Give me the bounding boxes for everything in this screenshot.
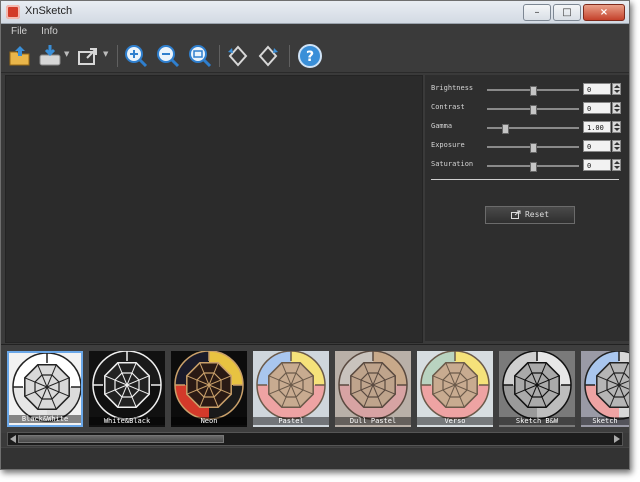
- scrollbar-thumb[interactable]: [18, 435, 224, 443]
- rotate-right-icon[interactable]: [255, 43, 281, 69]
- preset-label: Pastel: [253, 417, 329, 425]
- slider-thumb[interactable]: [530, 162, 537, 172]
- preset-label: Sketch: [581, 417, 629, 425]
- adjustment-slider[interactable]: [487, 143, 579, 153]
- window-controls: – □ ×: [523, 4, 625, 21]
- adjustment-saturation: Saturation 0: [431, 159, 623, 173]
- preset-thumb[interactable]: Verso: [417, 351, 493, 427]
- preset-label: Black&White: [9, 415, 81, 423]
- minimize-button[interactable]: –: [523, 4, 551, 21]
- adjustment-gamma: Gamma 1.00: [431, 121, 623, 135]
- adjustment-value-field[interactable]: 0: [583, 159, 611, 171]
- adjustment-label: Contrast: [431, 103, 465, 111]
- rotate-left-icon[interactable]: [225, 43, 251, 69]
- menu-file[interactable]: File: [11, 24, 27, 40]
- adjustment-brightness: Brightness 0: [431, 83, 623, 97]
- app-window: XnSketch – □ × File Info ▼ ▼ ? Brightnes…: [0, 0, 630, 470]
- preset-preview-icon: [89, 351, 165, 427]
- adjustment-value-field[interactable]: 1.00: [583, 121, 611, 133]
- adjustments-panel: Brightness 0 Contrast 0 Gamma 1.00 Expos…: [425, 75, 629, 341]
- preset-thumb[interactable]: Neon: [171, 351, 247, 427]
- open-folder-icon[interactable]: [7, 43, 33, 69]
- export-icon[interactable]: [75, 43, 101, 69]
- spin-arrows-icon[interactable]: [612, 83, 621, 95]
- spin-arrows-icon[interactable]: [612, 140, 621, 152]
- adjustment-value-field[interactable]: 0: [583, 102, 611, 114]
- export-dropdown-caret-icon[interactable]: ▼: [103, 50, 108, 58]
- preset-thumb[interactable]: White&Black: [89, 351, 165, 427]
- adjustment-slider[interactable]: [487, 105, 579, 115]
- reset-icon: [510, 210, 521, 219]
- maximize-button[interactable]: □: [553, 4, 581, 21]
- preset-label: Verso: [417, 417, 493, 425]
- app-logo-icon: [6, 5, 20, 19]
- window-title: XnSketch: [25, 5, 73, 17]
- slider-thumb[interactable]: [530, 105, 537, 115]
- slider-thumb[interactable]: [530, 143, 537, 153]
- slider-thumb[interactable]: [530, 86, 537, 96]
- scroll-right-icon[interactable]: [614, 435, 620, 443]
- preset-label: White&Black: [89, 417, 165, 425]
- adjustment-contrast: Contrast 0: [431, 102, 623, 116]
- menu-info[interactable]: Info: [41, 24, 58, 40]
- preset-thumb[interactable]: Black&White: [7, 351, 83, 427]
- panel-divider: [431, 179, 619, 180]
- svg-text:?: ?: [306, 49, 314, 65]
- image-canvas[interactable]: [5, 75, 423, 343]
- preset-thumb[interactable]: Dull Pastel: [335, 351, 411, 427]
- preset-strip: Black&White White&Black Neon Pastel Dull…: [1, 344, 629, 433]
- toolbar-separator: [219, 45, 220, 67]
- adjustment-label: Gamma: [431, 122, 453, 130]
- reset-button[interactable]: Reset: [485, 206, 575, 224]
- adjustment-exposure: Exposure 0: [431, 140, 623, 154]
- toolbar-separator: [117, 45, 118, 67]
- slider-thumb[interactable]: [502, 124, 510, 134]
- adjustment-slider[interactable]: [487, 162, 579, 172]
- adjustment-label: Brightness: [431, 84, 474, 92]
- toolbar-separator: [289, 45, 290, 67]
- preset-label: Dull Pastel: [335, 417, 411, 425]
- zoom-fit-icon[interactable]: [187, 43, 213, 69]
- preset-preview-icon: [417, 351, 493, 427]
- reset-label: Reset: [524, 210, 550, 219]
- scroll-left-icon[interactable]: [10, 435, 16, 443]
- save-icon[interactable]: [37, 43, 63, 69]
- adjustment-label: Exposure: [431, 141, 465, 149]
- preset-preview-icon: [499, 351, 575, 427]
- horizontal-scrollbar[interactable]: [7, 432, 623, 446]
- adjustment-slider[interactable]: [487, 86, 579, 96]
- help-icon[interactable]: ?: [297, 43, 323, 69]
- preset-preview-icon: [253, 351, 329, 427]
- adjustment-slider[interactable]: [487, 124, 579, 134]
- close-button[interactable]: ×: [583, 4, 625, 21]
- menu-bar: File Info: [1, 24, 629, 40]
- status-bar: [1, 447, 629, 469]
- save-dropdown-caret-icon[interactable]: ▼: [64, 50, 69, 58]
- preset-label: Neon: [171, 417, 247, 425]
- adjustment-value-field[interactable]: 0: [583, 83, 611, 95]
- spin-arrows-icon[interactable]: [612, 121, 621, 133]
- title-bar: XnSketch – □ ×: [1, 1, 629, 24]
- preset-thumb[interactable]: Sketch: [581, 351, 629, 427]
- preset-label: Sketch B&W: [499, 417, 575, 425]
- preset-preview-icon: [335, 351, 411, 427]
- zoom-out-icon[interactable]: [155, 43, 181, 69]
- spin-arrows-icon[interactable]: [612, 159, 621, 171]
- zoom-in-icon[interactable]: [123, 43, 149, 69]
- adjustment-label: Saturation: [431, 160, 474, 168]
- adjustment-value-field[interactable]: 0: [583, 140, 611, 152]
- preset-preview-icon: [171, 351, 247, 427]
- preset-thumb[interactable]: Pastel: [253, 351, 329, 427]
- spin-arrows-icon[interactable]: [612, 102, 621, 114]
- toolbar: ▼ ▼ ?: [1, 40, 629, 73]
- preset-thumb[interactable]: Sketch B&W: [499, 351, 575, 427]
- preset-preview-icon: [581, 351, 629, 427]
